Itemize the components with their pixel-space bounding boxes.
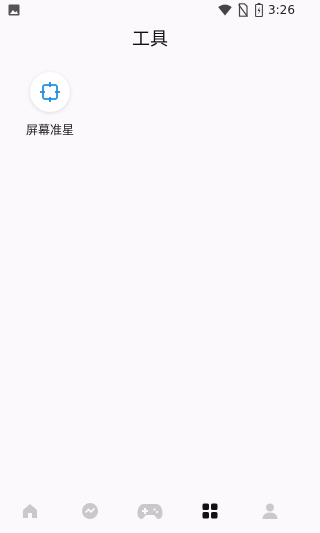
- tool-screen-crosshair[interactable]: 屏幕准星: [20, 70, 80, 142]
- tool-label: 屏幕准星: [25, 123, 74, 137]
- page-title: 工具: [132, 29, 168, 50]
- nav-games[interactable]: [120, 489, 180, 533]
- nav-chat[interactable]: [60, 489, 120, 533]
- nav-tools[interactable]: [180, 489, 240, 533]
- status-bar: 3:26: [0, 0, 300, 22]
- nav-profile[interactable]: [240, 489, 300, 533]
- status-time: 3:26: [268, 3, 295, 17]
- home-icon: [23, 504, 37, 518]
- no-sim-icon: [238, 3, 248, 17]
- wifi-icon: [218, 4, 232, 16]
- chat-icon: [82, 503, 98, 519]
- nav-home[interactable]: [0, 489, 60, 533]
- grid-icon: [202, 503, 218, 519]
- crosshair-icon: [40, 82, 60, 102]
- battery-icon: [255, 3, 263, 17]
- gallery-icon: [8, 4, 20, 16]
- profile-icon: [262, 503, 278, 519]
- tool-icon-circle[interactable]: [30, 72, 70, 112]
- gamepad-icon: [137, 504, 163, 519]
- bottom-nav: [0, 489, 300, 533]
